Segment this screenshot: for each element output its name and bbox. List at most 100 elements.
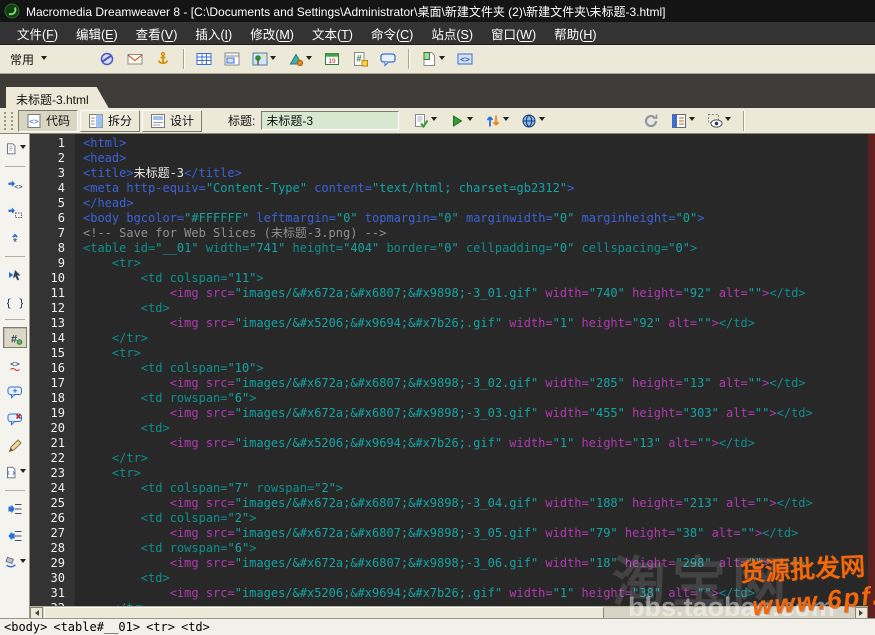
line-number[interactable]: 7 — [30, 226, 65, 241]
code-line[interactable]: <head> — [83, 151, 868, 166]
insert-category-dropdown[interactable]: 常用 — [10, 51, 47, 68]
line-number[interactable]: 23 — [30, 466, 65, 481]
code-line[interactable]: <table id="__01" width="741" height="404… — [83, 241, 868, 256]
line-number[interactable]: 5 — [30, 196, 65, 211]
media-icon[interactable] — [284, 48, 316, 70]
line-number[interactable]: 8 — [30, 241, 65, 256]
code-line[interactable]: <img src="images/&#x5206;&#x9694;&#x7b26… — [83, 586, 868, 601]
line-number[interactable]: 26 — [30, 511, 65, 526]
line-number[interactable]: 30 — [30, 571, 65, 586]
code-line[interactable]: </tr> — [83, 451, 868, 466]
line-number[interactable]: 17 — [30, 376, 65, 391]
code-line[interactable]: <html> — [83, 136, 868, 151]
line-number[interactable]: 15 — [30, 346, 65, 361]
horizontal-scrollbar[interactable] — [30, 606, 868, 618]
line-number[interactable]: 22 — [30, 451, 65, 466]
code-line[interactable]: <td colspan="2"> — [83, 511, 868, 526]
tab-untitled-3[interactable]: 未标题-3.html — [6, 87, 109, 108]
code-line[interactable]: <img src="images/&#x672a;&#x6807;&#x9898… — [83, 526, 868, 541]
line-number[interactable]: 4 — [30, 181, 65, 196]
code-view-button[interactable]: <>代码 — [18, 110, 78, 132]
line-number[interactable]: 18 — [30, 391, 65, 406]
code-line[interactable]: <img src="images/&#x672a;&#x6807;&#x9898… — [83, 496, 868, 511]
tag-selector-table[interactable]: <table#__01> — [53, 620, 140, 634]
visual-aids-icon[interactable] — [703, 110, 735, 132]
preview-in-browser-icon[interactable] — [517, 110, 549, 132]
line-number[interactable]: 1 — [30, 136, 65, 151]
line-numbers-icon[interactable]: # — [3, 327, 27, 348]
line-number[interactable]: 9 — [30, 256, 65, 271]
image-icon[interactable] — [248, 48, 280, 70]
code-line[interactable]: <td colspan="10"> — [83, 361, 868, 376]
line-number[interactable]: 27 — [30, 526, 65, 541]
wrap-tag-icon[interactable] — [3, 435, 27, 456]
select-parent-tag-icon[interactable] — [3, 264, 27, 285]
code-line[interactable]: <img src="images/&#x672a;&#x6807;&#x9898… — [83, 556, 868, 571]
collapse-full-tag-icon[interactable]: <> — [3, 174, 27, 195]
tag-selector-td[interactable]: <td> — [181, 620, 210, 634]
insert-div-icon[interactable] — [220, 48, 244, 70]
menu-file[interactable]: 文件(F) — [8, 21, 67, 46]
date-icon[interactable]: 19 — [320, 48, 344, 70]
tag-selector-body[interactable]: <body> — [4, 620, 47, 634]
indent-code-icon[interactable] — [3, 498, 27, 519]
menu-text[interactable]: 文本(T) — [303, 21, 362, 46]
email-link-icon[interactable] — [123, 48, 147, 70]
code-line[interactable]: <body bgcolor="#FFFFFF" leftmargin="0" t… — [83, 211, 868, 226]
line-number[interactable]: 29 — [30, 556, 65, 571]
menu-site[interactable]: 站点(S) — [422, 21, 482, 46]
menu-view[interactable]: 查看(V) — [127, 21, 187, 46]
line-number[interactable]: 19 — [30, 406, 65, 421]
code-line[interactable]: <tr> — [83, 466, 868, 481]
line-number[interactable]: 3 — [30, 166, 65, 181]
menu-commands[interactable]: 命令(C) — [362, 21, 422, 46]
menu-help[interactable]: 帮助(H) — [545, 21, 605, 46]
tag-selector-tr[interactable]: <tr> — [146, 620, 175, 634]
apply-comment-icon[interactable] — [3, 381, 27, 402]
code-line[interactable]: <img src="images/&#x672a;&#x6807;&#x9898… — [83, 286, 868, 301]
templates-icon[interactable] — [417, 48, 449, 70]
menu-modify[interactable]: 修改(M) — [241, 21, 303, 46]
code-line[interactable]: <img src="images/&#x672a;&#x6807;&#x9898… — [83, 406, 868, 421]
refresh-icon[interactable] — [639, 110, 663, 132]
named-anchor-icon[interactable] — [151, 48, 175, 70]
table-icon[interactable] — [192, 48, 216, 70]
highlight-invalid-code-icon[interactable]: <> — [3, 354, 27, 375]
toolbar-grip[interactable] — [4, 112, 13, 130]
code-line[interactable]: <img src="images/&#x5206;&#x9694;&#x7b26… — [83, 436, 868, 451]
line-number[interactable]: 25 — [30, 496, 65, 511]
line-number[interactable]: 31 — [30, 586, 65, 601]
line-number-gutter[interactable]: 1234567891011121314151617181920212223242… — [30, 134, 75, 606]
remove-comment-icon[interactable] — [3, 408, 27, 429]
line-number[interactable]: 12 — [30, 301, 65, 316]
line-number[interactable]: 11 — [30, 286, 65, 301]
code-line[interactable]: </head> — [83, 196, 868, 211]
line-number[interactable]: 21 — [30, 436, 65, 451]
code-line[interactable]: <td rowspan="6"> — [83, 541, 868, 556]
validate-markup-icon[interactable] — [409, 110, 441, 132]
code-line[interactable]: <title>未标题-3</title> — [83, 166, 868, 181]
split-view-button[interactable]: 拆分 — [80, 110, 140, 132]
code-line[interactable]: </tr> — [83, 331, 868, 346]
document-title-input[interactable] — [261, 111, 399, 130]
design-view-button[interactable]: 设计 — [142, 110, 202, 132]
line-number[interactable]: 28 — [30, 541, 65, 556]
code-line[interactable]: <tr> — [83, 256, 868, 271]
code-line[interactable]: <td colspan="11"> — [83, 271, 868, 286]
code-line[interactable]: <img src="images/&#x672a;&#x6807;&#x9898… — [83, 376, 868, 391]
code-line[interactable]: <td rowspan="6"> — [83, 391, 868, 406]
code-line[interactable]: <meta http-equiv="Content-Type" content=… — [83, 181, 868, 196]
code-line[interactable]: <td> — [83, 421, 868, 436]
outdent-code-icon[interactable] — [3, 525, 27, 546]
code-line[interactable]: <td> — [83, 301, 868, 316]
view-options-icon[interactable] — [667, 110, 699, 132]
line-number[interactable]: 20 — [30, 421, 65, 436]
open-documents-icon[interactable] — [3, 138, 27, 159]
format-source-code-icon[interactable] — [3, 552, 27, 573]
code-editor[interactable]: <html><head><title>未标题-3</title><meta ht… — [75, 134, 868, 606]
code-line[interactable]: <img src="images/&#x5206;&#x9694;&#x7b26… — [83, 316, 868, 331]
preview-debug-icon[interactable] — [445, 110, 477, 132]
hyperlink-icon[interactable] — [95, 48, 119, 70]
line-number[interactable]: 14 — [30, 331, 65, 346]
server-include-icon[interactable]: # — [348, 48, 372, 70]
